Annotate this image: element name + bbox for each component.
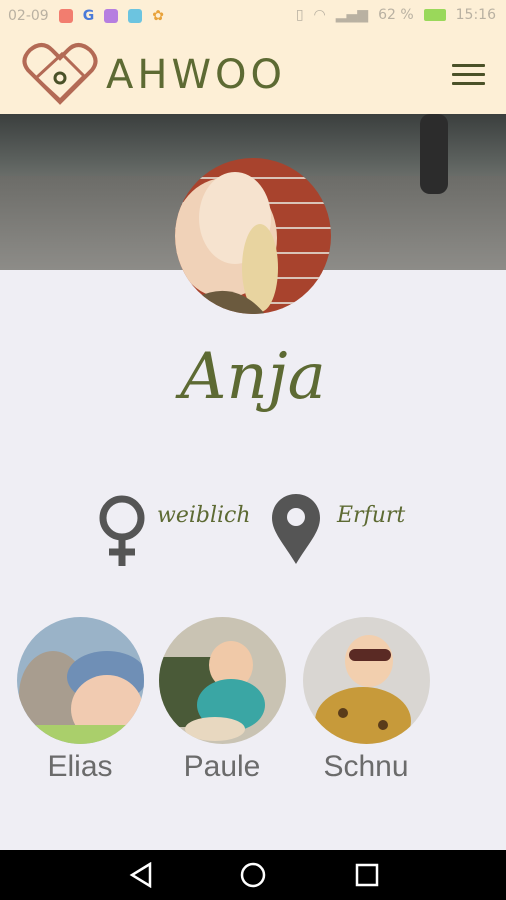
location-label: Erfurt: [337, 503, 406, 528]
child-avatar[interactable]: [302, 617, 430, 744]
child-name: Elias: [47, 750, 113, 783]
battery-icon: [423, 9, 446, 21]
child-avatar[interactable]: [158, 617, 286, 744]
menu-icon[interactable]: [452, 64, 485, 86]
child-name: Schnu: [323, 750, 409, 783]
child-card-paule[interactable]: Paule: [158, 617, 286, 784]
female-gender-icon: [96, 494, 148, 572]
google-icon: G: [82, 8, 95, 24]
location-pin-icon: [270, 492, 322, 570]
ahwoo-logo-icon[interactable]: [22, 40, 98, 110]
signal-icon: ▂▄▆: [335, 7, 369, 23]
cover-figure: [420, 114, 448, 194]
photos-icon: ✿: [152, 8, 164, 24]
vibrate-icon: ▯: [295, 7, 304, 23]
image-icon: [128, 9, 143, 23]
profile-avatar[interactable]: [175, 158, 331, 314]
android-nav-bar: [0, 850, 506, 900]
status-time-left: 02-09: [8, 8, 49, 24]
child-name: Paule: [183, 750, 261, 783]
back-icon[interactable]: [128, 861, 154, 892]
status-bar: 02-09 G ✿ ▯ ◠ ▂▄▆ 62 % 15:16: [0, 0, 506, 34]
status-right: ▯ ◠ ▂▄▆ 62 % 15:16: [296, 7, 496, 23]
gallery-icon: [104, 9, 119, 23]
profile-name: Anja: [180, 340, 326, 414]
battery-level: 62 %: [378, 7, 414, 23]
child-card-elias[interactable]: Elias: [16, 617, 144, 784]
status-time: 15:16: [455, 7, 496, 23]
child-card-schnu[interactable]: Schnu: [302, 617, 430, 784]
status-left: 02-09 G ✿: [8, 8, 164, 24]
wifi-icon: ◠: [313, 7, 326, 23]
recents-icon[interactable]: [354, 862, 380, 892]
app-brand-title: AHWOO: [106, 52, 286, 98]
child-avatar[interactable]: [16, 617, 144, 744]
home-icon[interactable]: [240, 862, 266, 892]
notification-icon: [58, 9, 73, 23]
app-header: AHWOO: [0, 34, 506, 114]
gender-label: weiblich: [157, 503, 251, 528]
